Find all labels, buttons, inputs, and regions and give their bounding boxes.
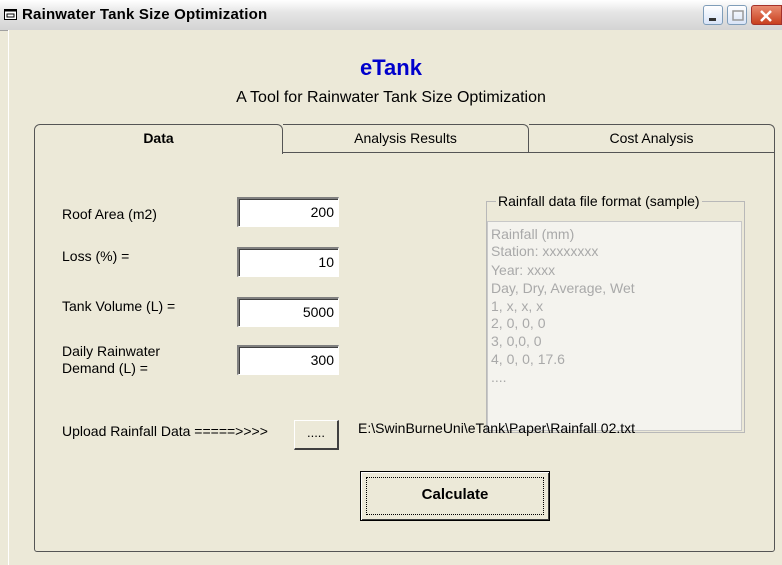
calculate-button-label: Calculate [421, 486, 489, 503]
daily-demand-label-line1: Daily Rainwater [62, 343, 161, 359]
roof-area-input[interactable]: 200 [237, 197, 339, 227]
sample-line: 2, 0, 0, 0 [491, 315, 546, 331]
selected-file-path: E:\SwinBurneUni\eTank\Paper\Rainfall 02.… [358, 420, 636, 436]
sample-line: Year: xxxx [491, 262, 556, 278]
daily-demand-input[interactable]: 300 [237, 345, 339, 375]
tab-data[interactable]: Data [34, 124, 283, 154]
browse-file-button[interactable]: ..... [294, 420, 339, 450]
sample-line: 1, x, x, x [491, 298, 544, 314]
tab-cost-analysis[interactable]: Cost Analysis [529, 124, 775, 152]
app-icon [4, 9, 17, 20]
close-button[interactable] [751, 5, 782, 25]
sample-line: Station: xxxxxxxx [491, 243, 599, 259]
maximize-icon [732, 10, 744, 21]
loss-label: Loss (%) = [62, 248, 130, 264]
tank-volume-label: Tank Volume (L) = [62, 298, 176, 314]
roof-area-label: Roof Area (m2) [62, 206, 157, 222]
daily-demand-label-line2: Demand (L) = [62, 360, 148, 376]
window-title: Rainwater Tank Size Optimization [22, 6, 268, 23]
upload-rainfall-label: Upload Rainfall Data =====>>>> [62, 423, 268, 439]
tab-analysis-results[interactable]: Analysis Results [283, 124, 529, 152]
minimize-button[interactable] [703, 5, 723, 25]
app-title: eTank [360, 55, 422, 80]
sample-line: 4, 0, 0, 17.6 [491, 351, 565, 367]
sample-format-title: Rainfall data file format (sample) [496, 193, 702, 209]
loss-input[interactable]: 10 [237, 247, 339, 277]
app-subtitle: A Tool for Rainwater Tank Size Optimizat… [236, 89, 546, 106]
close-icon [760, 10, 772, 22]
sample-line: Rainfall (mm) [491, 226, 575, 242]
sample-line: .... [491, 369, 507, 385]
tank-volume-input[interactable]: 5000 [237, 297, 339, 327]
maximize-button[interactable] [727, 5, 747, 25]
title-bar[interactable]: Rainwater Tank Size Optimization [0, 0, 782, 31]
active-tab-joiner [35, 151, 282, 154]
sample-line: 3, 0,0, 0 [491, 333, 542, 349]
minimize-icon [709, 18, 716, 21]
sample-line: Day, Dry, Average, Wet [491, 280, 635, 296]
calculate-button[interactable]: Calculate [360, 471, 550, 521]
